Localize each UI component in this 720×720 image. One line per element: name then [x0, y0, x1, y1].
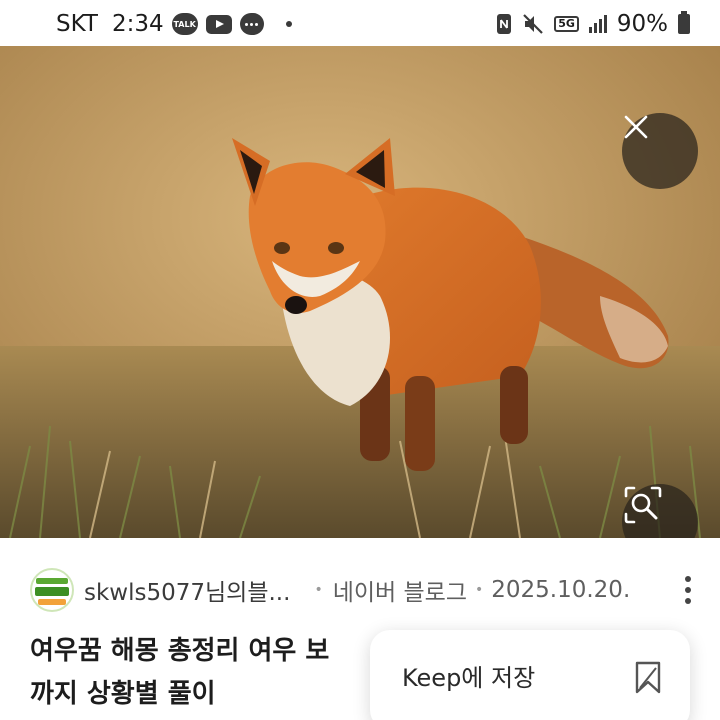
keep-save-popup[interactable]: Keep에 저장 — [370, 630, 690, 720]
meta-separator: • — [314, 582, 323, 598]
mute-icon — [522, 13, 544, 35]
more-options-button[interactable] — [676, 570, 700, 610]
kakaotalk-icon: TALK — [171, 13, 198, 35]
publish-date: 2025.10.20. — [491, 577, 631, 603]
chat-bubble-icon — [239, 13, 264, 35]
keep-save-label: Keep에 저장 — [402, 664, 536, 692]
talk-badge: TALK — [171, 13, 198, 35]
bookmark-icon[interactable] — [634, 660, 662, 696]
article-meta: skwls5077님의블... • 네이버 블로그 • 2025.10.20. — [30, 566, 700, 614]
status-right: 5G 90% — [496, 11, 690, 37]
youtube-icon — [205, 14, 232, 34]
meta-separator: • — [474, 582, 484, 598]
more-vert-icon — [685, 576, 691, 582]
image-search-icon — [624, 486, 662, 524]
battery-icon — [678, 11, 690, 34]
carrier-label: SKT — [56, 11, 98, 37]
blog-avatar[interactable] — [30, 568, 74, 612]
nfc-icon — [496, 13, 512, 35]
close-icon — [624, 115, 648, 139]
network-label: 5G — [554, 16, 579, 32]
hero-image[interactable] — [0, 46, 720, 538]
status-bar: SKT 2:34 TALK 5G 90% — [0, 0, 720, 48]
notification-dot-icon — [285, 21, 292, 27]
clock: 2:34 — [111, 11, 164, 37]
fox-photo — [0, 46, 720, 538]
network-5g-icon: 5G — [554, 16, 579, 32]
close-button[interactable] — [622, 113, 698, 189]
status-left: SKT 2:34 TALK — [56, 11, 292, 37]
signal-icon — [588, 15, 607, 33]
source-label: 네이버 블로그 — [332, 580, 467, 606]
blog-name-link[interactable]: skwls5077님의블... — [84, 573, 290, 607]
battery-percent: 90% — [616, 11, 668, 37]
